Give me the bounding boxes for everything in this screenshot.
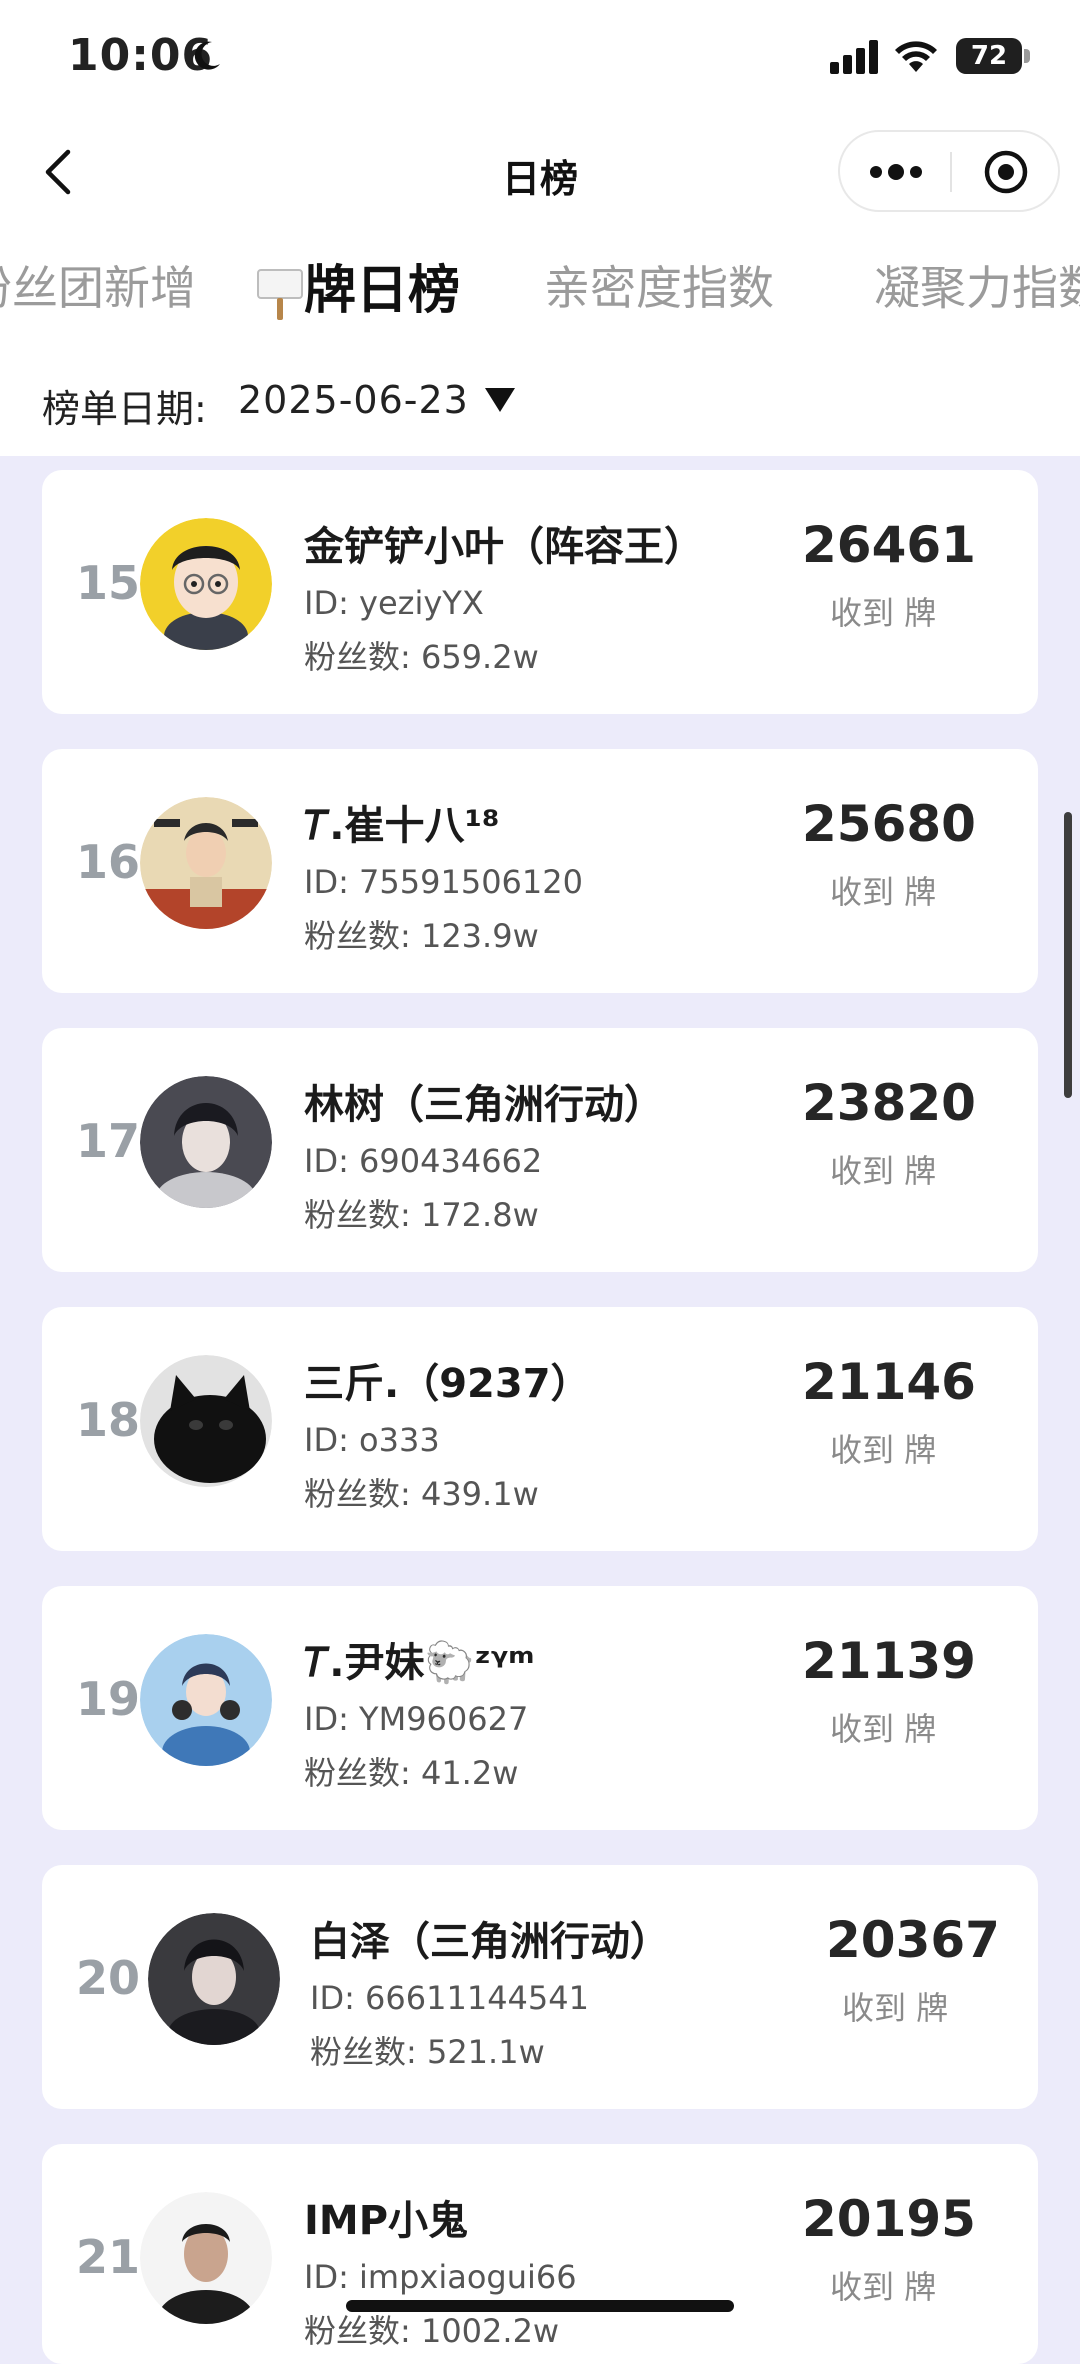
- received-sign-label: 收到 牌: [830, 1431, 937, 1469]
- ranking-tabs: 粉丝团新增 牌日榜 亲密度指数 凝聚力指数: [0, 226, 1080, 345]
- rank-number: 18: [76, 1393, 141, 1447]
- mini-program-capsule: [838, 130, 1060, 212]
- cellular-signal-icon: [830, 40, 878, 74]
- fan-count: 粉丝数: 521.1w: [310, 2033, 545, 2071]
- streamer-id: ID: 690434662: [304, 1142, 543, 1180]
- streamer-id: ID: 66611144541: [310, 1979, 589, 2017]
- avatar-image: [148, 1913, 280, 2045]
- tab-fan-club-new[interactable]: 粉丝团新增: [0, 252, 196, 318]
- moon-icon: [194, 41, 220, 70]
- streamer-name: 白泽（三角洲行动）: [310, 1919, 670, 1965]
- sign-count: 23820: [802, 1074, 976, 1132]
- fan-count: 粉丝数: 659.2w: [304, 638, 539, 676]
- close-mini-program-icon[interactable]: [970, 146, 1042, 198]
- fan-count: 粉丝数: 41.2w: [304, 1754, 519, 1792]
- avatar-image: [140, 1355, 272, 1487]
- vertical-scrollbar[interactable]: [1064, 812, 1072, 1098]
- list-item[interactable]: 16 𝑇.崔十八¹⁸ ID: 75591506120 粉丝数: 123.9w 2…: [42, 749, 1038, 993]
- rank-number: 20: [76, 1951, 141, 2005]
- streamer-id: ID: yeziyYX: [304, 584, 484, 622]
- sign-count: 20195: [802, 2190, 976, 2248]
- avatar[interactable]: [140, 797, 272, 929]
- avatar[interactable]: [140, 518, 272, 650]
- caret-down-icon[interactable]: [483, 386, 517, 414]
- sign-count: 25680: [802, 795, 976, 853]
- navigation-bar: 日榜: [0, 120, 1080, 226]
- sign-count: 21146: [802, 1353, 976, 1411]
- received-sign-label: 收到 牌: [842, 1989, 949, 2027]
- streamer-id: ID: YM960627: [304, 1700, 529, 1738]
- fan-count: 粉丝数: 1002.2w: [304, 2312, 560, 2350]
- received-sign-label: 收到 牌: [830, 1152, 937, 1190]
- received-sign-label: 收到 牌: [830, 1710, 937, 1748]
- signboard-icon: [257, 269, 303, 320]
- sign-count: 21139: [802, 1632, 976, 1690]
- rank-number: 16: [76, 835, 141, 889]
- date-label: 榜单日期:: [42, 387, 207, 431]
- streamer-name: IMP小鬼: [304, 2198, 469, 2244]
- rank-number: 15: [76, 556, 141, 610]
- streamer-name: 𝑇.崔十八¹⁸: [304, 803, 500, 849]
- avatar-image: [140, 1076, 272, 1208]
- avatar-image: [140, 1634, 272, 1766]
- fan-count: 粉丝数: 172.8w: [304, 1196, 539, 1234]
- streamer-id: ID: impxiaogui66: [304, 2258, 577, 2296]
- streamer-name: 𝑇.尹妹🐑ᶻᵞᵐ: [304, 1640, 535, 1686]
- wifi-icon: [895, 41, 937, 72]
- streamer-name: 林树（三角洲行动）: [304, 1082, 664, 1128]
- status-bar: 10:06 72: [0, 0, 1080, 120]
- rank-number: 19: [76, 1672, 141, 1726]
- tab-intimacy-index[interactable]: 亲密度指数: [544, 252, 774, 318]
- avatar[interactable]: [148, 1913, 280, 2045]
- received-sign-label: 收到 牌: [830, 594, 937, 632]
- list-item[interactable]: 17 林树（三角洲行动） ID: 690434662 粉丝数: 172.8w 2…: [42, 1028, 1038, 1272]
- avatar[interactable]: [140, 2192, 272, 2324]
- sign-count: 20367: [826, 1911, 1000, 1969]
- battery-level: 72: [970, 41, 1008, 71]
- capsule-divider: [950, 152, 952, 192]
- tab-sign-daily[interactable]: 牌日榜: [256, 248, 460, 323]
- streamer-id: ID: o333: [304, 1421, 440, 1459]
- avatar[interactable]: [140, 1355, 272, 1487]
- fan-count: 粉丝数: 439.1w: [304, 1475, 539, 1513]
- avatar[interactable]: [140, 1076, 272, 1208]
- received-sign-label: 收到 牌: [830, 873, 937, 911]
- avatar-image: [140, 2192, 272, 2324]
- received-sign-label: 收到 牌: [830, 2268, 937, 2306]
- avatar-image: [140, 518, 272, 650]
- rank-number: 21: [76, 2230, 141, 2284]
- streamer-name: 三斤.（9237）: [304, 1361, 591, 1407]
- list-item[interactable]: 20 白泽（三角洲行动） ID: 66611144541 粉丝数: 521.1w…: [42, 1865, 1038, 2109]
- list-item[interactable]: 15 金铲铲小叶（阵容王） ID: yeziyYX 粉丝数: 659.2w 26…: [42, 470, 1038, 714]
- fan-count: 粉丝数: 123.9w: [304, 917, 539, 955]
- list-item[interactable]: 18 三斤.（9237） ID: o333 粉丝数: 439.1w 21146 …: [42, 1307, 1038, 1551]
- sign-count: 26461: [802, 516, 976, 574]
- streamer-id: ID: 75591506120: [304, 863, 583, 901]
- home-indicator[interactable]: [346, 2300, 734, 2312]
- list-item[interactable]: 21 IMP小鬼 ID: impxiaogui66 粉丝数: 1002.2w 2…: [42, 2144, 1038, 2364]
- list-item[interactable]: 19 𝑇.尹妹🐑ᶻᵞᵐ ID: YM960627 粉丝数: 41.2w 2113…: [42, 1586, 1038, 1830]
- battery-indicator: 72: [956, 38, 1022, 74]
- ranking-date-selector[interactable]: 榜单日期: 2025-06-23: [0, 344, 1080, 456]
- avatar[interactable]: [140, 1634, 272, 1766]
- streamer-name: 金铲铲小叶（阵容王）: [304, 524, 704, 570]
- date-value[interactable]: 2025-06-23: [238, 378, 469, 422]
- battery-tip: [1024, 49, 1030, 63]
- more-options-icon[interactable]: [860, 150, 932, 194]
- avatar-image: [140, 797, 272, 929]
- rank-number: 17: [76, 1114, 141, 1168]
- tab-cohesion-index[interactable]: 凝聚力指数: [874, 252, 1080, 318]
